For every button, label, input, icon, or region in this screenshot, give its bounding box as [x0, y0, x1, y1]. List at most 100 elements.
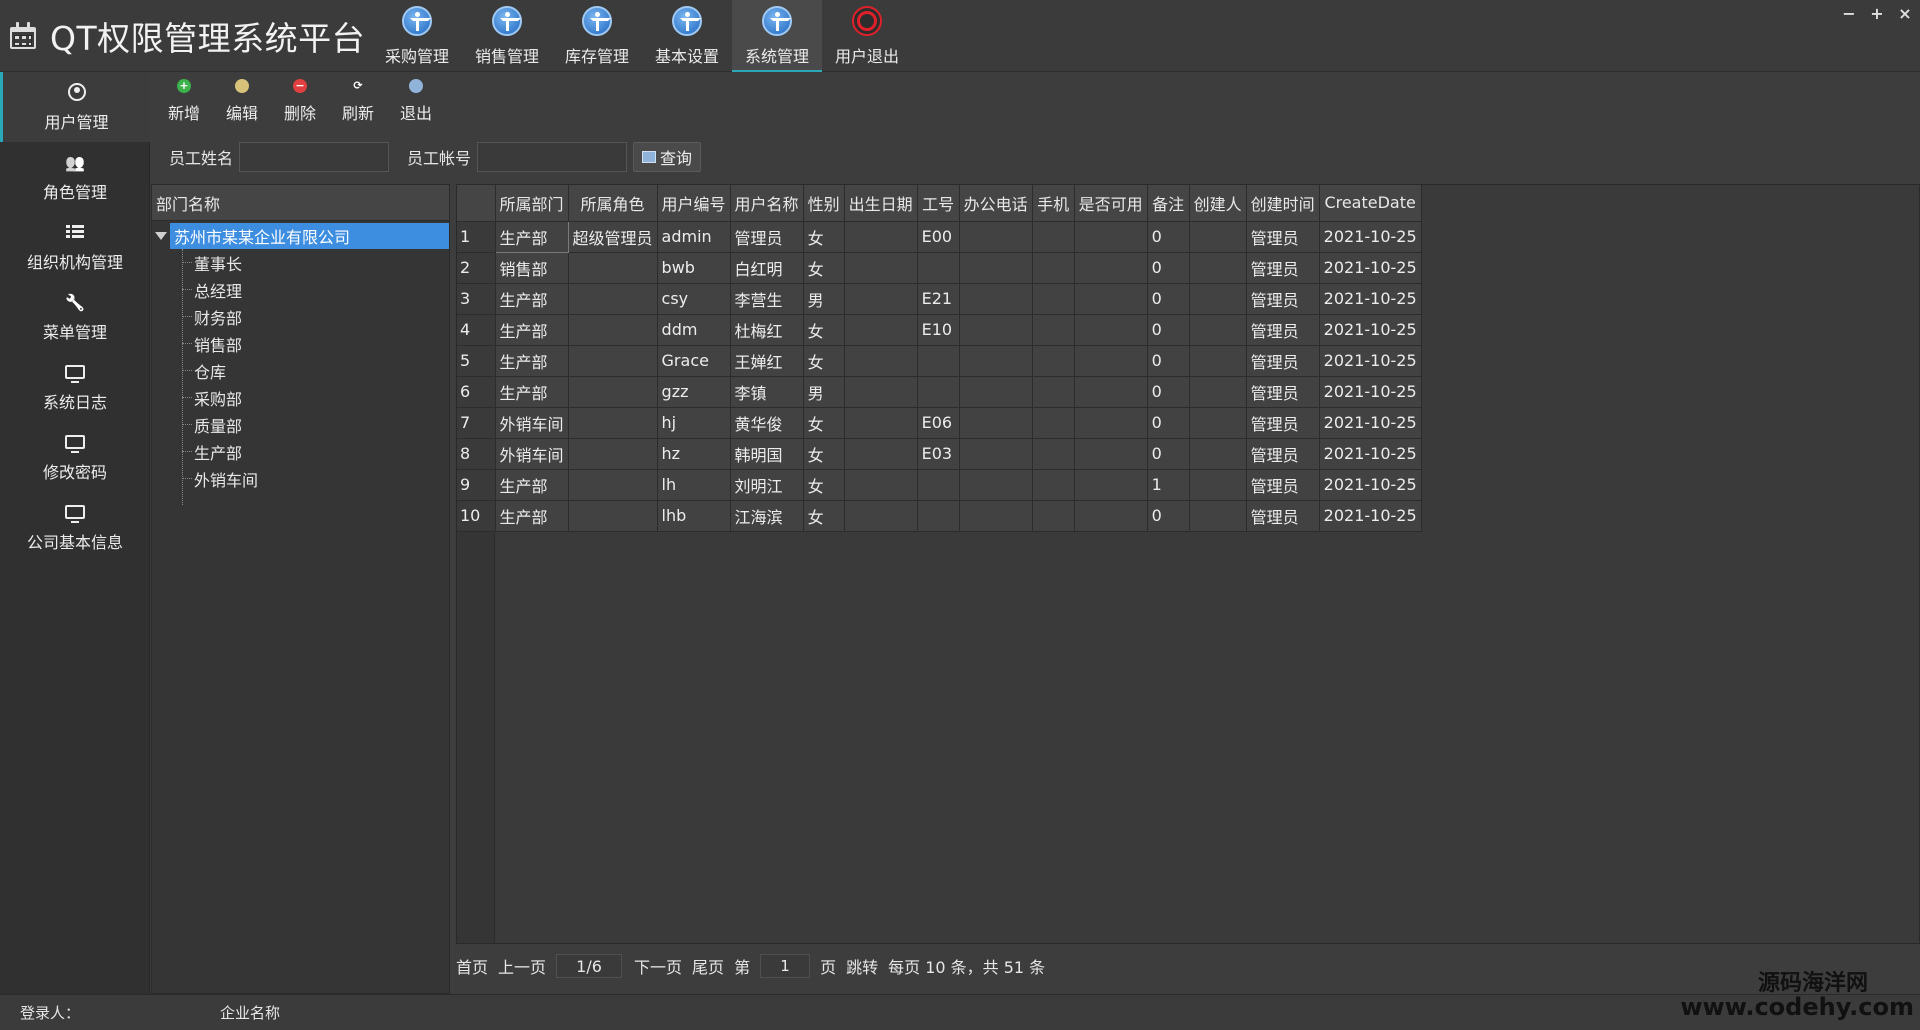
- tree-node[interactable]: 仓库: [152, 357, 449, 384]
- column-header[interactable]: 备注: [1147, 185, 1190, 222]
- table-cell: [1189, 252, 1247, 284]
- column-header[interactable]: 用户名称: [730, 185, 804, 222]
- tree-node[interactable]: 财务部: [152, 303, 449, 330]
- jump-button[interactable]: 跳转: [846, 954, 878, 978]
- column-header[interactable]: 出生日期: [844, 185, 918, 222]
- table-cell: 管理员: [1246, 500, 1320, 532]
- column-header[interactable]: 性别: [803, 185, 845, 222]
- table-cell: admin: [657, 221, 731, 253]
- table-cell: [1032, 252, 1075, 284]
- last-page-link[interactable]: 尾页: [692, 954, 724, 978]
- employee-account-label: 员工帐号: [407, 149, 472, 168]
- tree-node[interactable]: 董事长: [152, 249, 449, 276]
- sidebar-item-label: 菜单管理: [42, 323, 107, 342]
- column-header[interactable]: 所属角色: [568, 185, 658, 222]
- first-page-link[interactable]: 首页: [456, 954, 488, 978]
- accessibility-icon: [402, 6, 432, 36]
- column-header[interactable]: CreateDate: [1319, 185, 1422, 222]
- title-bar: QT权限管理系统平台 采购管理 销售管理 库存管理 基本设置 系统管理 用户退出 − + …: [0, 0, 1920, 72]
- table-row[interactable]: 9 生产部 lh 刘明江女 1 管理员 2021-10-25: [457, 469, 1422, 501]
- table-row[interactable]: 3 生产部 csy 李营生男 E21 0 管理员 2021-10-25: [457, 283, 1422, 315]
- prev-page-link[interactable]: 上一页: [498, 954, 546, 978]
- table-cell: [1032, 407, 1075, 439]
- nav-logout-tab[interactable]: 用户退出: [822, 0, 912, 72]
- column-header[interactable]: 手机: [1032, 185, 1075, 222]
- nav-basic-settings-tab[interactable]: 基本设置: [642, 0, 732, 72]
- close-icon[interactable]: ×: [1898, 4, 1912, 23]
- table-cell: [1074, 469, 1148, 501]
- query-button[interactable]: 查询: [633, 142, 702, 172]
- nav-purchase-tab[interactable]: 采购管理: [372, 0, 462, 72]
- refresh-button[interactable]: ⟳ 刷新: [329, 72, 387, 130]
- sidebar-item-organization-management[interactable]: 组织机构管理: [0, 212, 150, 282]
- add-button[interactable]: + 新增: [155, 72, 213, 130]
- table-row[interactable]: 5 生产部 Grace 王婵红女 0 管理员 2021-10-25: [457, 345, 1422, 377]
- table-cell: [917, 469, 960, 501]
- next-page-link[interactable]: 下一页: [634, 954, 682, 978]
- table-row[interactable]: 10 生产部 lhb 江海滨女 0 管理员 2021-10-25: [457, 500, 1422, 532]
- edit-button[interactable]: 编辑: [213, 72, 271, 130]
- column-header[interactable]: 创建时间: [1246, 185, 1320, 222]
- table-cell: 王婵红: [730, 345, 804, 377]
- tree-node[interactable]: 质量部: [152, 411, 449, 438]
- table-cell: 男: [803, 376, 845, 408]
- employee-name-input[interactable]: [239, 142, 390, 172]
- sidebar-item-company-info[interactable]: 公司基本信息: [0, 492, 150, 562]
- nav-basic-settings-label: 基本设置: [654, 47, 719, 66]
- tree-node[interactable]: 外销车间: [152, 465, 449, 492]
- user-table: 所属部门 所属角色 用户编号 用户名称 性别 出生日期 工号 办公电话 手机 是否可用 备注 创建人创…: [457, 185, 1422, 532]
- column-header[interactable]: 创建人: [1189, 185, 1247, 222]
- nav-inventory-tab[interactable]: 库存管理: [552, 0, 642, 72]
- sidebar-item-role-management[interactable]: 👥 角色管理: [0, 142, 150, 212]
- tree-node[interactable]: 采购部: [152, 384, 449, 411]
- row-number: 4: [457, 314, 496, 346]
- column-header[interactable]: 办公电话: [959, 185, 1033, 222]
- tree-node[interactable]: 销售部: [152, 330, 449, 357]
- maximize-icon[interactable]: +: [1870, 4, 1884, 23]
- column-header[interactable]: 工号: [917, 185, 960, 222]
- table-cell: 2021-10-25: [1319, 438, 1422, 470]
- goto-page-input[interactable]: [760, 954, 811, 978]
- goto-suffix: 页: [820, 958, 837, 977]
- plus-icon: +: [177, 78, 191, 93]
- table-row[interactable]: 8 外销车间 hz 韩明国女 E03 0 管理员 2021-10-25: [457, 438, 1422, 470]
- employee-account-input[interactable]: [477, 142, 628, 172]
- row-number-header: [457, 185, 496, 222]
- tree-root-node[interactable]: 苏州市某某企业有限公司: [152, 223, 449, 249]
- column-header[interactable]: 所属部门: [495, 185, 569, 222]
- table-cell: 刘明江: [730, 469, 804, 501]
- column-header[interactable]: 是否可用: [1074, 185, 1148, 222]
- table-row[interactable]: 2 销售部 bwb 白红明女 0 管理员 2021-10-25: [457, 252, 1422, 284]
- monitor-icon: [65, 431, 85, 453]
- table-cell: E10: [917, 314, 960, 346]
- nav-sales-tab[interactable]: 销售管理: [462, 0, 552, 72]
- table-cell: [917, 252, 960, 284]
- sidebar-item-change-password[interactable]: 修改密码: [0, 422, 150, 492]
- minimize-icon[interactable]: −: [1842, 4, 1856, 23]
- table-row[interactable]: 1 生产部 超级管理员 admin 管理员女 E00 0 管理员 2021-10-25: [457, 220, 1422, 253]
- department-tree: 部门名称 苏州市某某企业有限公司 董事长 总经理 财务部 销售部 仓库 采购部 质量部 生产部…: [151, 184, 450, 994]
- tree-header: 部门名称: [152, 185, 449, 221]
- table-cell: 韩明国: [730, 438, 804, 470]
- table-cell: 女: [803, 314, 845, 346]
- delete-button[interactable]: − 删除: [271, 72, 329, 130]
- expand-arrow-icon[interactable]: [152, 232, 170, 240]
- column-header[interactable]: 用户编号: [657, 185, 731, 222]
- edit-icon: [235, 78, 249, 93]
- tree-node[interactable]: 总经理: [152, 276, 449, 303]
- table-cell: bwb: [657, 252, 731, 284]
- table-cell: hz: [657, 438, 731, 470]
- table-row[interactable]: 4 生产部 ddm 杜梅红女 E10 0 管理员 2021-10-25: [457, 314, 1422, 346]
- sidebar-item-label: 修改密码: [42, 463, 107, 482]
- tree-node[interactable]: 生产部: [152, 438, 449, 465]
- table-row[interactable]: 6 生产部 gzz 李镇男 0 管理员 2021-10-25: [457, 376, 1422, 408]
- table-cell: E21: [917, 283, 960, 315]
- table-row[interactable]: 7 外销车间 hj 黄华俊女 E06 0 管理员 2021-10-25: [457, 407, 1422, 439]
- table-cell: [568, 283, 658, 315]
- nav-system-tab[interactable]: 系统管理: [732, 0, 822, 72]
- sidebar-item-user-management[interactable]: 用户管理: [0, 72, 150, 142]
- exit-button[interactable]: 退出: [387, 72, 445, 130]
- table-cell: [959, 376, 1033, 408]
- sidebar-item-system-log[interactable]: 系统日志: [0, 352, 150, 422]
- sidebar-item-menu-management[interactable]: 🔧 菜单管理: [0, 282, 150, 352]
